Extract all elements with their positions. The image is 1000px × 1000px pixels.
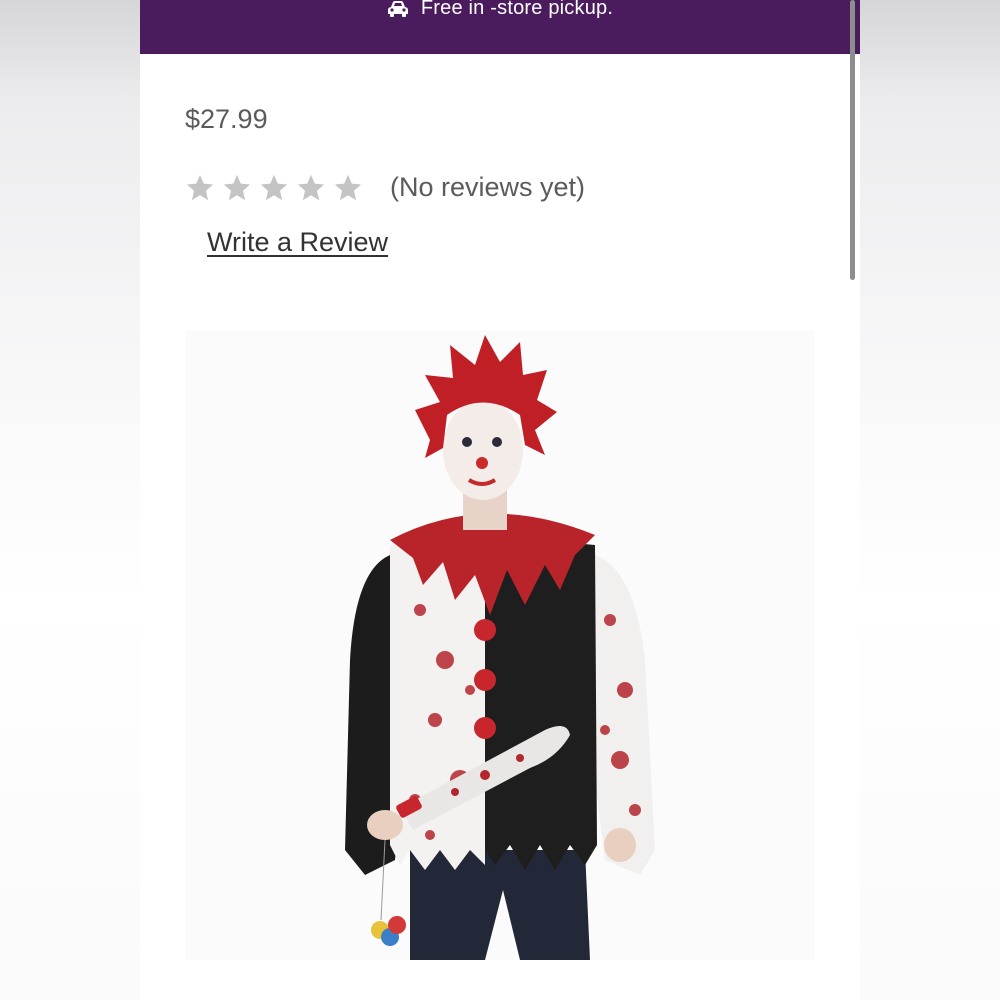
right-background <box>860 0 1000 1000</box>
write-review-link[interactable]: Write a Review <box>207 227 388 258</box>
star-icon <box>223 174 251 200</box>
scrollbar[interactable] <box>850 0 855 280</box>
promo-banner[interactable]: Free in -store pickup. <box>140 0 860 54</box>
reviews-count-text: (No reviews yet) <box>390 172 586 202</box>
rating-row: (No reviews yet) <box>185 172 585 203</box>
star-icon <box>260 174 288 200</box>
clown-costume-illustration <box>345 335 655 960</box>
product-price: $27.99 <box>185 104 268 134</box>
promo-text: Free in -store pickup. <box>420 0 614 19</box>
left-background <box>0 0 140 1000</box>
star-icon <box>186 174 214 200</box>
promo-content: Free in -store pickup. <box>387 0 613 20</box>
product-page: Free in -store pickup. $27.99 (No review… <box>140 0 860 1000</box>
star-rating[interactable] <box>185 173 363 203</box>
star-icon <box>297 174 325 200</box>
product-image[interactable] <box>185 330 815 960</box>
car-icon <box>387 0 408 17</box>
star-icon <box>334 174 362 200</box>
